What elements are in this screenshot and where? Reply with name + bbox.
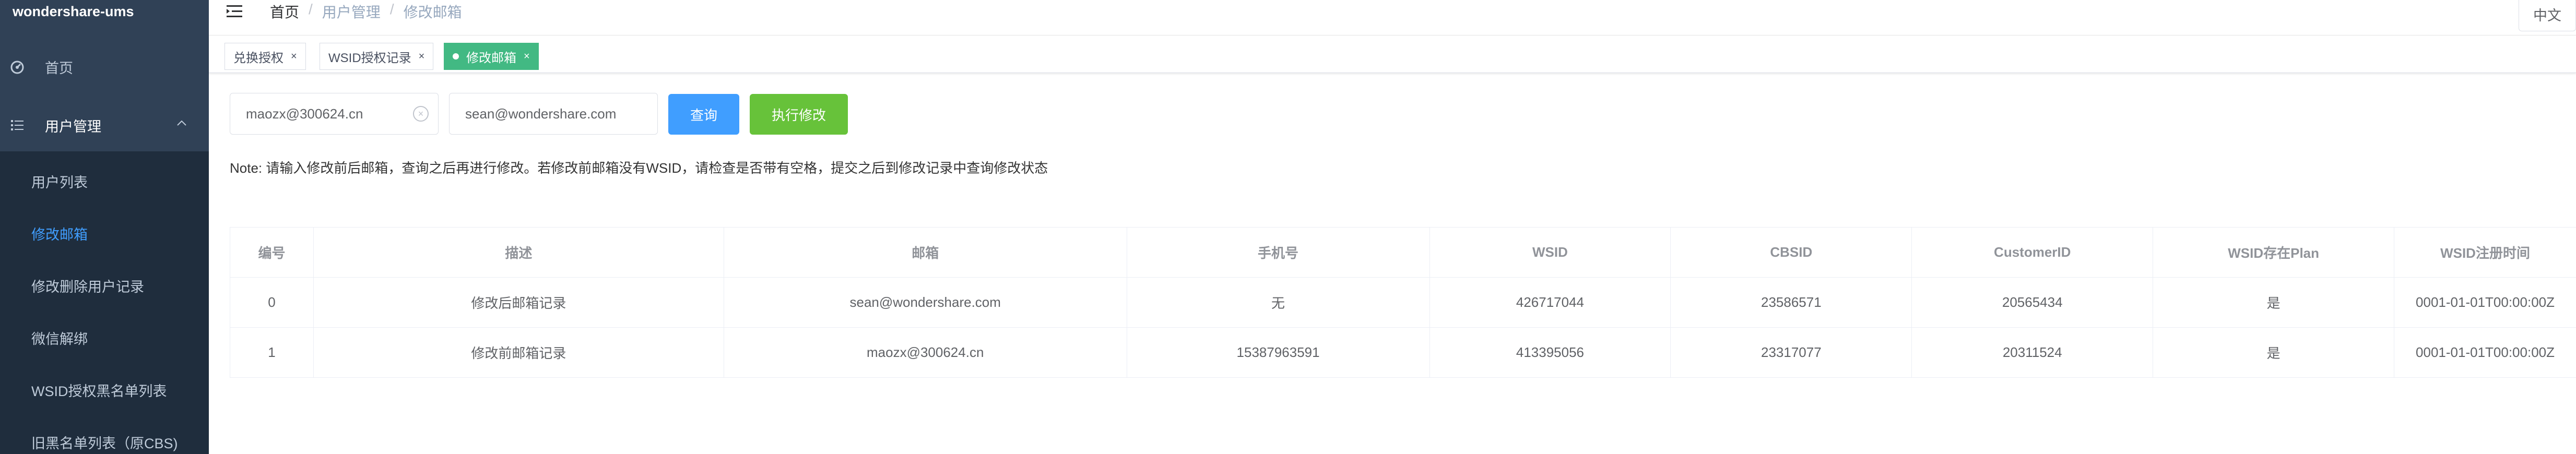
tag-redeem-authorization[interactable]: 兑换授权 ×: [224, 43, 306, 70]
note-text: Note: 请输入修改前后邮箱，查询之后再进行修改。若修改前邮箱没有WSID，请…: [230, 160, 1048, 176]
chevron-up-icon: [175, 117, 188, 133]
table-cell: 是: [2153, 328, 2395, 377]
column-header: WSID存在Plan: [2153, 228, 2395, 277]
language-switch[interactable]: 中文: [2519, 0, 2576, 31]
breadcrumb: 首页 / 用户管理 / 修改邮箱: [270, 1, 462, 22]
table-header-row: 编号 描述 邮箱 手机号 WSID CBSID CustomerID WSID存…: [230, 228, 2576, 278]
tags-view: [209, 35, 2576, 73]
table-cell: 无: [1127, 278, 1430, 327]
column-header: 描述: [314, 228, 724, 277]
new-email-value: sean@wondershare.com: [465, 105, 617, 122]
table-cell: sean@wondershare.com: [724, 278, 1127, 327]
sidebar: wondershare-ums 首页 用户管理 用户列表 修改邮箱 修改删除用户…: [0, 0, 209, 454]
table-cell: 23317077: [1671, 328, 1912, 377]
table-cell: 20311524: [1912, 328, 2154, 377]
sidebar-item-wsid-blacklist[interactable]: WSID授权黑名单列表: [31, 380, 167, 400]
tag-label: 兑换授权: [233, 51, 283, 65]
sidebar-item-change-email[interactable]: 修改邮箱: [31, 223, 88, 244]
table-cell: 413395056: [1430, 328, 1671, 377]
tag-change-email[interactable]: 修改邮箱 ×: [444, 43, 539, 70]
table-cell: 15387963591: [1127, 328, 1430, 377]
table-cell: 0: [230, 278, 314, 327]
sidebar-item-home-label: 首页: [45, 60, 73, 76]
table-cell: 是: [2153, 278, 2395, 327]
table-cell: 20565434: [1912, 278, 2154, 327]
table-row: 1 修改前邮箱记录 maozx@300624.cn 15387963591 41…: [230, 328, 2576, 378]
sidebar-group-user-management[interactable]: 用户管理: [0, 116, 209, 135]
table-cell: 修改前邮箱记录: [314, 328, 724, 377]
column-header: CBSID: [1671, 228, 1912, 277]
table-cell: 1: [230, 328, 314, 377]
sidebar-item-user-list[interactable]: 用户列表: [31, 171, 88, 192]
close-icon[interactable]: ×: [524, 51, 530, 63]
tag-wsid-authorization-records[interactable]: WSID授权记录 ×: [320, 43, 434, 70]
tag-label: WSID授权记录: [328, 51, 411, 65]
close-icon[interactable]: ×: [419, 51, 425, 63]
table-row: 0 修改后邮箱记录 sean@wondershare.com 无 4267170…: [230, 278, 2576, 328]
breadcrumb-section[interactable]: 用户管理: [322, 1, 381, 22]
dashboard-icon: [9, 59, 25, 75]
app-brand: wondershare-ums: [13, 3, 134, 19]
breadcrumb-separator: /: [309, 1, 313, 17]
active-dot-icon: [453, 53, 459, 59]
column-header: WSID注册时间: [2440, 245, 2530, 261]
clear-icon[interactable]: ×: [413, 106, 429, 122]
table-cell: 修改后邮箱记录: [314, 278, 724, 327]
column-header: CustomerID: [1912, 228, 2154, 277]
tag-label: 修改邮箱: [466, 51, 516, 65]
sidebar-item-home[interactable]: 首页: [0, 57, 209, 76]
column-header: WSID: [1430, 228, 1671, 277]
sidebar-group-label: 用户管理: [45, 118, 101, 135]
table-cell: 0001-01-01T00:00:00Z: [2416, 344, 2555, 360]
list-icon: [9, 117, 25, 133]
new-email-input[interactable]: sean@wondershare.com: [449, 93, 658, 135]
results-table: 编号 描述 邮箱 手机号 WSID CBSID CustomerID WSID存…: [230, 227, 2576, 378]
table-cell: 0001-01-01T00:00:00Z: [2416, 294, 2555, 310]
execute-change-button[interactable]: 执行修改: [750, 94, 848, 135]
submenu: [0, 151, 209, 454]
hamburger-icon[interactable]: [226, 2, 244, 21]
old-email-input[interactable]: maozx@300624.cn ×: [230, 93, 439, 135]
column-header: 邮箱: [724, 228, 1127, 277]
table-cell: 23586571: [1671, 278, 1912, 327]
close-icon[interactable]: ×: [291, 51, 297, 63]
top-navbar: [209, 0, 2576, 35]
table-cell: maozx@300624.cn: [724, 328, 1127, 377]
query-button[interactable]: 查询: [668, 94, 739, 135]
breadcrumb-home[interactable]: 首页: [270, 1, 299, 22]
old-email-value: maozx@300624.cn: [246, 105, 363, 122]
sidebar-item-wechat-unbind[interactable]: 微信解绑: [31, 328, 88, 348]
column-header: 编号: [230, 228, 314, 277]
sidebar-item-old-blacklist[interactable]: 旧黑名单列表（原CBS): [31, 432, 178, 452]
breadcrumb-current: 修改邮箱: [403, 4, 462, 20]
sidebar-item-modify-delete-records[interactable]: 修改删除用户记录: [31, 276, 144, 296]
column-header: 手机号: [1127, 228, 1430, 277]
breadcrumb-separator: /: [389, 1, 394, 17]
table-cell: 426717044: [1430, 278, 1671, 327]
